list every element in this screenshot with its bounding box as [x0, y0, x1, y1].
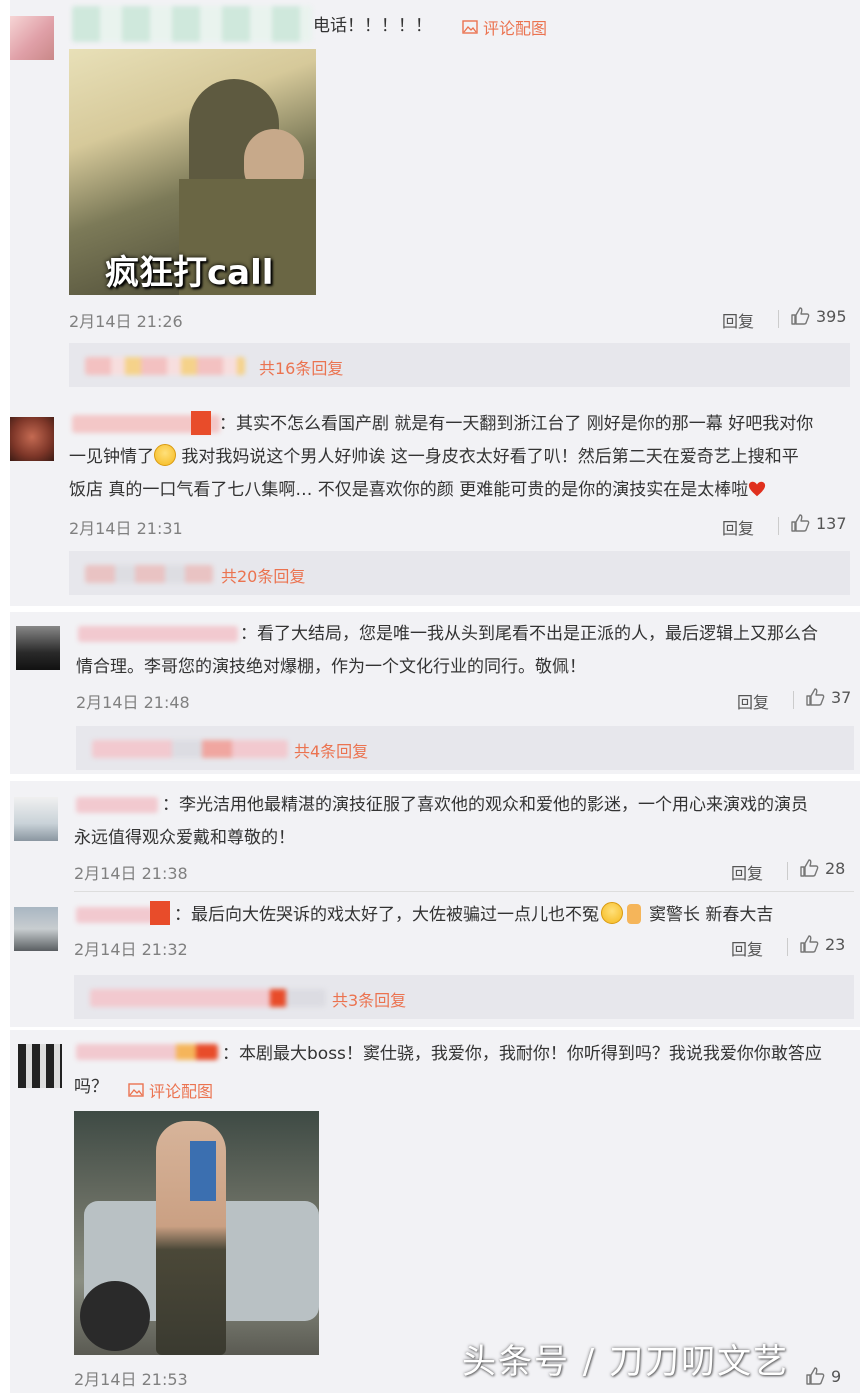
comment-text-line-1: ：看了大结局，您是唯一我从头到尾看不出是正派的人，最后逻辑上又那么合 [240, 624, 818, 644]
username-blurred[interactable] [76, 797, 158, 813]
comment-text: 电话！！！！！ [313, 16, 432, 36]
reply-count[interactable]: 共3条回复 [332, 987, 406, 1011]
divider [778, 517, 779, 535]
crying-laugh-emoji-icon [154, 444, 176, 466]
heart-icon [749, 481, 766, 497]
reply-button[interactable]: 回复 [731, 860, 763, 884]
thumbs-up-icon [791, 514, 810, 532]
comment-time: 2月14日 21:26 [69, 312, 183, 331]
reply-button[interactable]: 回复 [722, 515, 754, 539]
avatar[interactable] [18, 1044, 62, 1088]
thumbs-up-icon [806, 1367, 825, 1385]
avatar[interactable] [10, 417, 54, 461]
laughing-emoji-icon [601, 902, 623, 924]
thumbs-up-icon [800, 935, 819, 953]
comment-text-line-1: ：最后向大佐哭诉的戏太好了，大佐被骗过一点儿也不冤 窦警长 新春大吉 [174, 899, 773, 931]
reply-button[interactable]: 回复 [722, 308, 754, 332]
like-count: 9 [831, 1366, 842, 1386]
comment-text-line-1: ：其实不怎么看国产剧 就是有一天翻到浙江台了 刚好是你的那一幕 好吧我对你 [219, 414, 814, 434]
like-button[interactable]: 9 [805, 1366, 841, 1386]
reply-usernames-blurred [90, 989, 326, 1007]
comment-image[interactable] [74, 1111, 319, 1355]
comment-text-line-2: 一见钟情了 我对我妈说这个男人好帅诶 这一身皮衣太好看了叭！然后第二天在爱奇艺上… [69, 441, 799, 473]
photo-wheel [80, 1281, 150, 1351]
reply-button[interactable]: 回复 [737, 689, 769, 713]
comment-image-link[interactable]: 评论配图 [462, 15, 547, 39]
reply-usernames-blurred [92, 740, 288, 758]
watermark: 头条号 / 刀刀叨文艺 [462, 1342, 790, 1382]
comment-text-line-1: ：李光洁用他最精湛的演技征服了喜欢他的观众和爱他的影迷，一个用心来演戏的演员 [162, 795, 808, 815]
replies-preview[interactable]: 共3条回复 [74, 975, 854, 1019]
thumbs-up-icon [800, 859, 819, 877]
like-button[interactable]: 28 [799, 858, 845, 878]
like-count: 37 [831, 687, 852, 707]
divider [787, 938, 788, 956]
badge [191, 411, 211, 435]
reply-count[interactable]: 共4条回复 [294, 738, 368, 762]
avatar[interactable] [16, 626, 60, 670]
picture-icon [462, 20, 478, 34]
comment-text-line-3: 饭店 真的一口气看了七八集啊… 不仅是喜欢你的颜 更难能可贵的是你的演技实在是太… [69, 474, 766, 506]
username-blurred[interactable] [72, 6, 312, 42]
thumbs-up-icon [791, 307, 810, 325]
replies-preview[interactable]: 共4条回复 [76, 726, 854, 770]
username-blurred[interactable] [76, 907, 154, 923]
photo-cloth [190, 1141, 216, 1201]
replies-preview[interactable]: 共16条回复 [69, 343, 850, 387]
comment-text-line-2: 吗？ [74, 1077, 108, 1097]
avatar[interactable] [10, 16, 54, 60]
photo-caption: 疯狂打call [105, 253, 274, 293]
comment-image[interactable]: 疯狂打call [69, 49, 316, 295]
reply-usernames-blurred [85, 357, 245, 375]
comment-card-4: ：李光洁用他最精湛的演技征服了喜欢他的观众和爱他的影迷，一个用心来演戏的演员 永… [10, 781, 860, 1027]
avatar[interactable] [14, 797, 58, 841]
replies-preview[interactable]: 共20条回复 [69, 551, 850, 595]
comment-text-line-1: ：本剧最大boss！窦仕骁，我爱你，我耐你！你听得到吗？我说我爱你你敢答应 [222, 1044, 822, 1064]
divider [787, 862, 788, 880]
username-blurred[interactable] [76, 1044, 218, 1060]
reply-button[interactable]: 回复 [731, 936, 763, 960]
username-blurred[interactable] [78, 626, 238, 642]
comment-image-link[interactable]: 评论配图 [128, 1078, 213, 1102]
comment-text-line-2: 永远值得观众爱戴和尊敬的！ [74, 828, 295, 848]
badge [150, 901, 170, 925]
like-count: 23 [825, 934, 846, 954]
comment-card-3: ：看了大结局，您是唯一我从头到尾看不出是正派的人，最后逻辑上又那么合 情合理。李… [10, 612, 860, 774]
comment-separator [74, 891, 854, 892]
comment-time: 2月14日 21:38 [74, 864, 188, 883]
comment-time: 2月14日 21:53 [74, 1370, 188, 1389]
comment-time: 2月14日 21:32 [74, 940, 188, 959]
reply-count[interactable]: 共16条回复 [259, 355, 343, 379]
comment-card-2: ：其实不怎么看国产剧 就是有一天翻到浙江台了 刚好是你的那一幕 好吧我对你 一见… [10, 403, 860, 606]
like-count: 28 [825, 858, 846, 878]
thumbs-up-icon [806, 688, 825, 706]
comment-card-1: 电话！！！！！ 评论配图 疯狂打call 2月14日 21:26 回复 395 … [10, 0, 860, 403]
comment-text-line-2: 情合理。李哥您的演技绝对爆棚，作为一个文化行业的同行。敬佩！ [76, 657, 586, 677]
thumbs-up-emoji-icon [627, 904, 641, 924]
avatar[interactable] [14, 907, 58, 951]
like-count: 395 [816, 306, 847, 326]
reply-usernames-blurred [85, 565, 213, 583]
reply-count[interactable]: 共20条回复 [221, 563, 305, 587]
divider [778, 310, 779, 328]
like-button[interactable]: 137 [790, 513, 847, 533]
like-button[interactable]: 395 [790, 306, 847, 326]
picture-icon [128, 1083, 144, 1097]
like-button[interactable]: 37 [805, 687, 851, 707]
like-button[interactable]: 23 [799, 934, 845, 954]
comment-time: 2月14日 21:48 [76, 693, 190, 712]
comment-time: 2月14日 21:31 [69, 519, 183, 538]
like-count: 137 [816, 513, 847, 533]
divider [793, 691, 794, 709]
